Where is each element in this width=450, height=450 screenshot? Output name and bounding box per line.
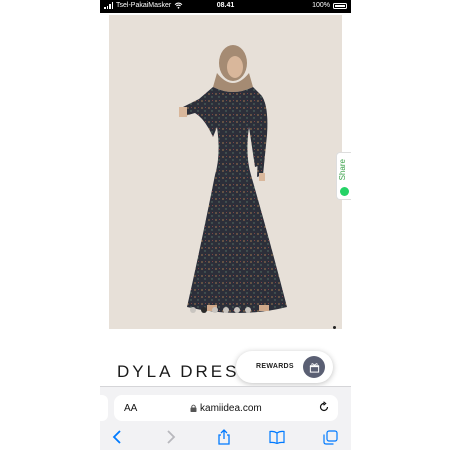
share-label: Share xyxy=(338,159,347,181)
carousel-dot-active[interactable] xyxy=(201,307,207,313)
url-text: kamiidea.com xyxy=(200,403,262,414)
url-display: kamiidea.com xyxy=(114,403,338,414)
status-bar: Tsel-PakaiMasker 08.41 100% xyxy=(100,0,351,13)
address-bar[interactable]: AA kamiidea.com xyxy=(114,395,338,421)
tabs-icon[interactable] xyxy=(321,429,339,445)
share-tab[interactable]: Share xyxy=(336,152,351,200)
whatsapp-icon xyxy=(340,187,349,196)
reload-icon[interactable] xyxy=(318,401,330,413)
bookmarks-icon[interactable] xyxy=(268,429,286,445)
carousel-dot[interactable] xyxy=(190,307,196,313)
previous-tab-edge[interactable] xyxy=(100,395,108,421)
rewards-button[interactable]: REWARDS xyxy=(236,351,333,383)
carousel-dot[interactable] xyxy=(223,307,229,313)
browser-toolbar xyxy=(100,425,351,449)
battery-percent: 100% xyxy=(312,2,330,9)
back-icon[interactable] xyxy=(108,429,126,445)
carousel-dot[interactable] xyxy=(234,307,240,313)
status-right: 100% xyxy=(312,2,347,9)
battery-icon xyxy=(333,2,347,9)
model-figure xyxy=(179,45,287,313)
product-title: DYLA DRES xyxy=(117,362,240,381)
lock-icon xyxy=(190,404,197,412)
phone-screen: Tsel-PakaiMasker 08.41 100% Share DYLA D… xyxy=(100,0,351,450)
product-photo[interactable] xyxy=(109,15,342,329)
share-icon[interactable] xyxy=(215,429,233,445)
carousel-dot[interactable] xyxy=(245,307,251,313)
gift-icon xyxy=(303,356,325,378)
scroll-indicator xyxy=(333,326,336,329)
carousel-dot[interactable] xyxy=(212,307,218,313)
forward-icon[interactable] xyxy=(162,429,180,445)
carousel-dots xyxy=(190,307,251,313)
rewards-label: REWARDS xyxy=(256,363,294,370)
browser-chrome: AA kamiidea.com xyxy=(100,386,351,450)
